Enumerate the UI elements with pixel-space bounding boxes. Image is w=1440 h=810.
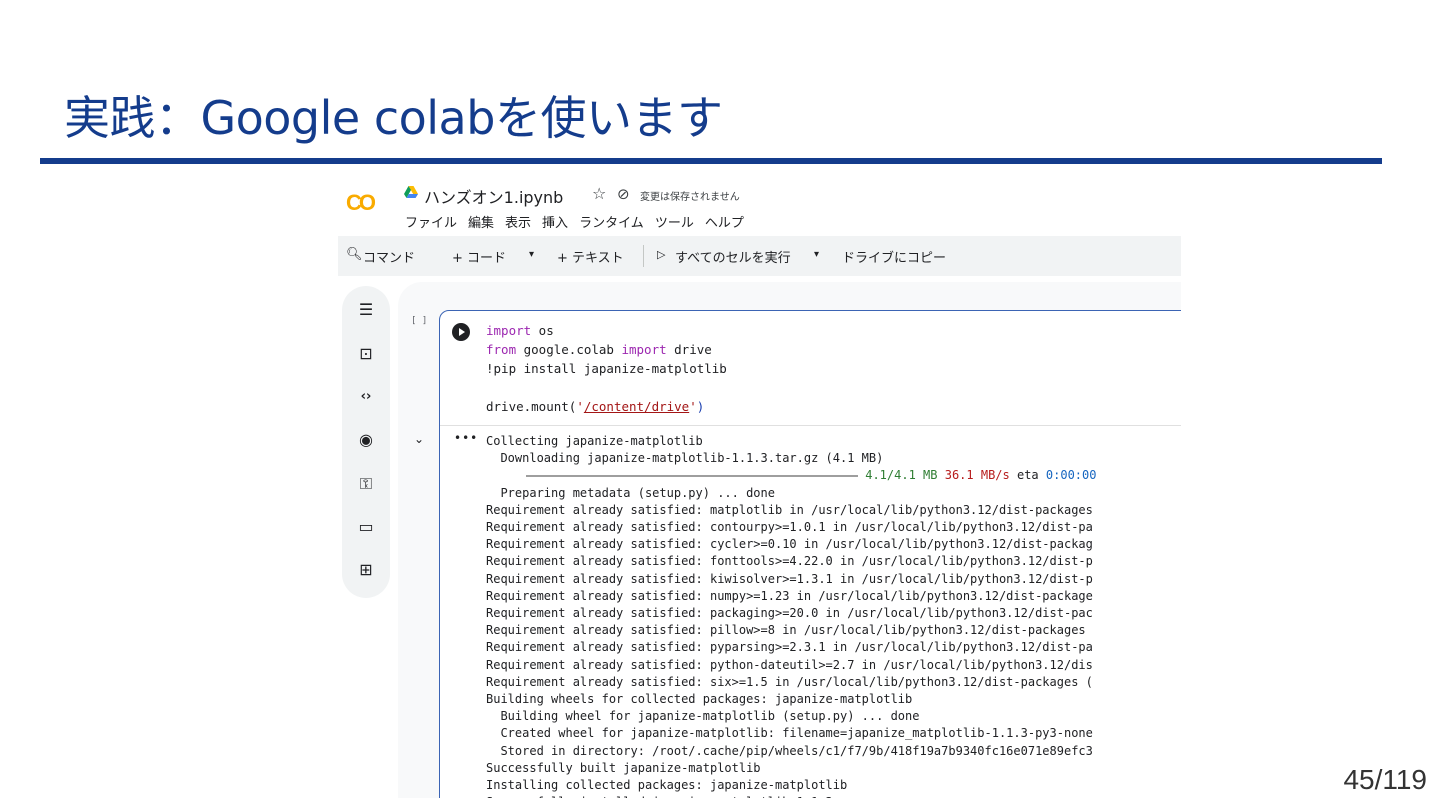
output-menu-icon[interactable]: ••• <box>454 431 478 445</box>
search-icon[interactable]: 🔍︎ <box>346 247 363 262</box>
collapse-output-icon[interactable]: ⌄ <box>414 432 424 446</box>
cell-execution-count: [ ] <box>411 316 428 326</box>
menu-insert[interactable]: 挿入 <box>542 212 568 231</box>
copy-to-drive-button[interactable]: ドライブにコピー <box>842 247 946 266</box>
play-icon: ▷ <box>657 248 666 261</box>
cloud-off-icon: ⊘ <box>617 185 630 203</box>
code-snippets-icon[interactable]: ‹› <box>354 385 378 409</box>
output-line: Installing collected packages: japanize-… <box>486 778 848 793</box>
add-text-button[interactable]: + テキスト <box>557 247 624 266</box>
chevron-down-icon[interactable]: ▾ <box>529 249 534 260</box>
key-icon[interactable]: ⚿ <box>354 472 378 496</box>
output-line: Building wheel for japanize-matplotlib (… <box>486 709 920 724</box>
output-line: Requirement already satisfied: cycler>=0… <box>486 537 1093 552</box>
run-all-chevron-icon[interactable]: ▾ <box>814 249 819 260</box>
run-all-button[interactable]: すべてのセルを実行 <box>675 247 791 266</box>
cell-output: Collecting japanize-matplotlib Downloadi… <box>486 433 1096 798</box>
output-line: Requirement already satisfied: numpy>=1.… <box>486 588 1093 603</box>
unsaved-status[interactable]: 変更は保存されません <box>640 188 740 203</box>
menu-edit[interactable]: 編集 <box>468 212 494 231</box>
menu-tools[interactable]: ツール <box>655 212 694 231</box>
code-editor[interactable]: import os from google.colab import drive… <box>486 321 727 416</box>
output-line: Requirement already satisfied: matplotli… <box>486 502 1093 517</box>
table-of-contents-icon[interactable]: ☰ <box>354 298 378 322</box>
google-drive-icon <box>404 186 418 198</box>
output-line: Requirement already satisfied: pyparsing… <box>486 640 1093 655</box>
output-line: Created wheel for japanize-matplotlib: f… <box>486 726 1093 741</box>
download-progress-bar <box>526 474 858 477</box>
add-code-button[interactable]: + コード <box>452 247 506 266</box>
toolbar-divider <box>643 245 644 267</box>
menu-runtime[interactable]: ランタイム <box>579 212 644 231</box>
output-line: Successfully built japanize-matplotlib <box>486 760 761 775</box>
page-number: 45/119 <box>1343 764 1427 795</box>
output-line: Requirement already satisfied: pillow>=8… <box>486 623 1086 638</box>
title-rule <box>40 158 1382 164</box>
command-palette-button[interactable]: コマンド <box>363 247 415 266</box>
run-cell-button[interactable] <box>452 323 470 341</box>
menu-view[interactable]: 表示 <box>505 212 531 231</box>
output-line: Requirement already satisfied: six>=1.5 … <box>486 674 1093 689</box>
output-lines: Preparing metadata (setup.py) ... done R… <box>486 486 1093 798</box>
code-cell[interactable]: import os from google.colab import drive… <box>439 310 1181 798</box>
colab-screenshot: CO ハンズオン1.ipynb ☆ ⊘ 変更は保存されません ファイル 編集 表… <box>338 176 1181 798</box>
notebook-name[interactable]: ハンズオン1.ipynb <box>424 184 563 208</box>
colab-header: CO ハンズオン1.ipynb ☆ ⊘ 変更は保存されません ファイル 編集 表… <box>338 176 1181 236</box>
menu-help[interactable]: ヘルプ <box>705 212 744 231</box>
output-line: Requirement already satisfied: fonttools… <box>486 554 1093 569</box>
colab-logo[interactable]: CO <box>346 190 376 216</box>
toolbar: 🔍︎ コマンド + コード ▾ + テキスト ▷ すべてのセルを実行 ▾ ドライ… <box>338 236 1181 276</box>
variable-inspector-icon[interactable]: ◉ <box>354 428 378 452</box>
output-line: Successfully installed japanize-matplotl… <box>486 795 833 798</box>
table-icon[interactable]: ⊞ <box>354 558 378 582</box>
output-line: Requirement already satisfied: kiwisolve… <box>486 571 1093 586</box>
menu-file[interactable]: ファイル <box>405 212 457 231</box>
output-line: Building wheels for collected packages: … <box>486 692 913 707</box>
output-line: Requirement already satisfied: contourpy… <box>486 520 1093 535</box>
output-line: Requirement already satisfied: python-da… <box>486 657 1093 672</box>
folder-icon[interactable]: ▭ <box>354 515 378 539</box>
output-line: Stored in directory: /root/.cache/pip/wh… <box>486 743 1093 758</box>
find-icon[interactable]: ⊡ <box>354 342 378 366</box>
slide-title: 実践：Google colabを使います <box>64 91 723 145</box>
output-line: Requirement already satisfied: packaging… <box>486 606 1093 621</box>
left-sidebar: ☰ ⊡ ‹› ◉ ⚿ ▭ ⊞ <box>342 286 390 598</box>
output-line: Preparing metadata (setup.py) ... done <box>486 485 775 500</box>
star-icon[interactable]: ☆ <box>592 184 606 203</box>
output-divider <box>440 425 1181 426</box>
menu-bar: ファイル 編集 表示 挿入 ランタイム ツール ヘルプ <box>405 212 744 231</box>
